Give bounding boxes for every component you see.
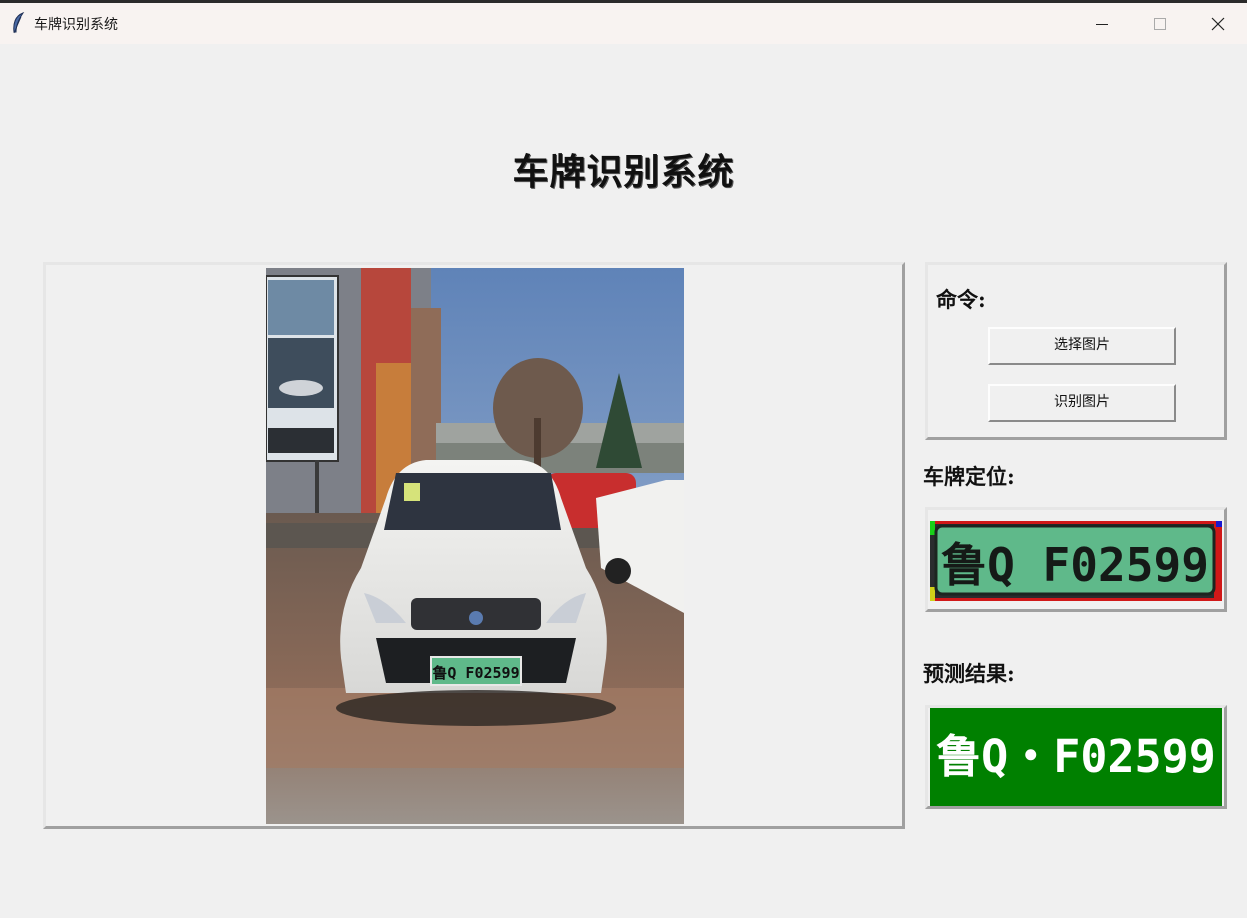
command-panel: 命令: 选择图片 识别图片 [925, 262, 1227, 440]
image-display-panel: 鲁Q F02599 [43, 262, 905, 829]
plate-crop-text: 鲁Q F02599 [941, 538, 1209, 592]
feather-icon [13, 12, 25, 34]
close-icon [1211, 17, 1225, 31]
plate-crop-image: 鲁Q F02599 [930, 521, 1222, 601]
prediction-panel: 鲁Q・F02599 [925, 705, 1227, 809]
command-label: 命令: [936, 287, 986, 312]
minimize-icon [1096, 24, 1108, 25]
window-title: 车牌识别系统 [34, 17, 118, 33]
close-button[interactable] [1198, 10, 1238, 38]
car-photo: 鲁Q F02599 [266, 268, 684, 824]
plate-location-panel: 鲁Q F02599 [925, 507, 1227, 612]
minimize-button[interactable] [1082, 10, 1122, 38]
window-titlebar: 车牌识别系统 [0, 0, 1247, 44]
maximize-icon [1154, 18, 1166, 30]
prediction-label: 预测结果: [923, 661, 1015, 686]
maximize-button[interactable] [1140, 10, 1180, 38]
select-image-button[interactable]: 选择图片 [988, 327, 1176, 365]
recognize-image-button[interactable]: 识别图片 [988, 384, 1176, 422]
plate-location-label: 车牌定位: [923, 464, 1015, 489]
page-title: 车牌识别系统 [512, 151, 735, 193]
photo-plate-text: 鲁Q F02599 [432, 664, 519, 682]
prediction-result: 鲁Q・F02599 [930, 708, 1222, 806]
